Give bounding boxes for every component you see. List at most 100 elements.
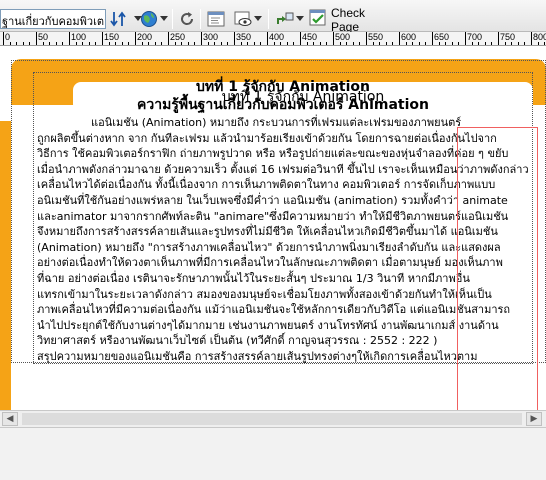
scroll-right-button[interactable]: ▶ [526,412,542,426]
ruler-minor-tick [227,42,229,45]
ruler-minor-tick [128,42,130,45]
page-title-value: ฐานเกี่ยวกับคอมพิวเตอ [2,15,106,28]
ruler-major-tick [531,32,532,45]
ruler-minor-tick [174,42,176,45]
ruler-minor-tick [194,42,196,45]
ruler-major-tick [102,32,103,45]
ruler-minor-tick [392,42,394,45]
ruler-major-tick [300,32,301,45]
ruler-minor-tick [253,42,255,45]
content-heading-1: บทที่ 1 รู้จักกับ Animation [196,79,370,95]
ruler-minor-tick [339,42,341,45]
ruler-minor-tick [346,42,348,45]
ruler-major-tick [234,32,235,45]
toolbar-separator [200,9,201,29]
ruler-minor-tick [517,42,519,45]
ruler-minor-tick [207,42,209,45]
ruler-minor-tick [491,42,493,45]
ruler-minor-tick [141,42,143,45]
check-page-button[interactable]: Check Page [309,6,395,34]
ruler-minor-tick [319,42,321,45]
ruler-minor-tick [511,42,513,45]
page-title-combo[interactable]: ฐานเกี่ยวกับคอมพิวเตอ [0,9,106,29]
ruler-label: 300 [203,32,219,42]
ruler-minor-tick [438,42,440,45]
ruler-minor-tick [484,42,486,45]
ruler-minor-tick [49,42,51,45]
chevron-down-icon[interactable] [295,10,305,28]
ruler-major-tick [36,32,37,45]
globe-icon[interactable] [140,10,158,28]
preview-icon[interactable] [234,10,252,28]
ruler-minor-tick [55,42,57,45]
ruler-minor-tick [458,42,460,45]
horizontal-ruler: 0 50 100 150 200 250 300 350 400 450 500 550 600 650 7… [0,32,546,46]
ruler-major-tick [333,32,334,45]
ruler-minor-tick [372,42,374,45]
ruler-minor-tick [247,42,249,45]
toolbar-separator [172,9,173,29]
ruler-major-tick [498,32,499,45]
ruler-minor-tick [214,42,216,45]
ruler-label: 400 [269,32,285,42]
editor-toolbar: ฐานเกี่ยวกับคอมพิวเตอ Check Page [0,0,546,34]
ruler-label: 250 [170,32,186,42]
ruler-minor-tick [313,42,315,45]
ruler-minor-tick [220,42,222,45]
ruler-minor-tick [161,42,163,45]
check-page-icon [309,9,327,31]
ruler-minor-tick [95,42,97,45]
ruler-minor-tick [293,42,295,45]
ruler-minor-tick [425,42,427,45]
ruler-minor-tick [108,42,110,45]
selection-highlight [457,127,538,426]
left-orange-gutter [0,121,11,410]
refresh-icon[interactable] [178,10,196,28]
ruler-label: 550 [368,32,384,42]
ruler-label: 200 [137,32,153,42]
ruler-label: 450 [302,32,318,42]
status-panel [0,427,546,480]
ruler-minor-tick [478,42,480,45]
chevron-down-icon[interactable] [159,10,169,28]
ruler-major-tick [69,32,70,45]
ruler-minor-tick [352,42,354,45]
ruler-label: 750 [500,32,516,42]
ruler-minor-tick [88,42,90,45]
ruler-minor-tick [29,42,31,45]
scroll-track[interactable] [22,413,522,425]
sort-icon[interactable] [110,10,128,28]
ruler-minor-tick [62,42,64,45]
ruler-major-tick [168,32,169,45]
ruler-label: 150 [104,32,120,42]
ruler-minor-tick [445,42,447,45]
ruler-minor-tick [121,42,123,45]
content-heading-2: ความรู้พื้นฐานเกี่ยวกับคอมพิวเตอร์ Anima… [137,97,429,113]
debug-icon[interactable] [276,10,294,28]
check-page-label: Check Page [331,6,366,34]
horizontal-scrollbar[interactable]: ◀ ▶ [0,410,546,427]
code-icon[interactable] [207,10,225,28]
ruler-minor-tick [273,42,275,45]
ruler-major-tick [201,32,202,45]
ruler-minor-tick [280,42,282,45]
ruler-minor-tick [504,42,506,45]
ruler-label: 0 [5,32,11,42]
ruler-minor-tick [385,42,387,45]
ruler-minor-tick [22,42,24,45]
ruler-major-tick [366,32,367,45]
ruler-minor-tick [260,42,262,45]
ruler-minor-tick [187,42,189,45]
chevron-down-icon[interactable] [253,10,263,28]
scroll-left-button[interactable]: ◀ [2,412,18,426]
ruler-label: 500 [335,32,351,42]
ruler-label: 800 [533,32,546,42]
ruler-minor-tick [306,42,308,45]
ruler-label: 350 [236,32,252,42]
ruler-minor-tick [412,42,414,45]
ruler-minor-tick [544,42,546,45]
ruler-label: 50 [38,32,49,42]
ruler-minor-tick [471,42,473,45]
ruler-major-tick [135,32,136,45]
ruler-minor-tick [154,42,156,45]
